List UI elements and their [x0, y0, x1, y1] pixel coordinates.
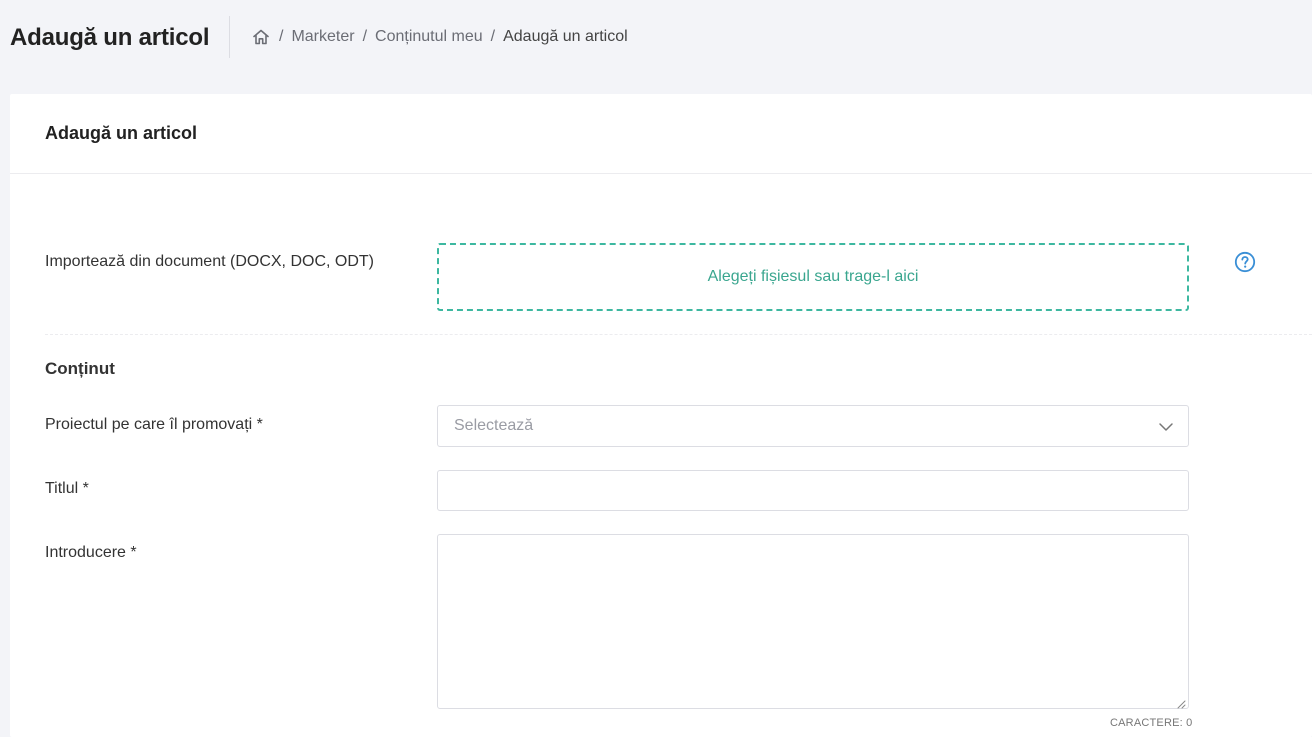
breadcrumb-item-marketer[interactable]: Marketer [291, 28, 354, 46]
home-icon[interactable] [251, 27, 271, 47]
breadcrumb-separator: / [279, 28, 284, 45]
project-select-placeholder: Selectează [454, 417, 534, 434]
chevron-down-icon [1158, 420, 1174, 432]
project-label: Proiectul pe care îl promovați * [45, 416, 263, 433]
article-form-card: Adaugă un articol Importează din documen… [10, 94, 1312, 737]
dropzone-text: Alegeți fișiesul sau trage-l aici [707, 268, 919, 285]
file-dropzone[interactable]: Alegeți fișiesul sau trage-l aici [437, 243, 1189, 311]
intro-label: Introducere * [45, 544, 137, 561]
question-circle-icon[interactable] [1234, 251, 1256, 273]
top-bar: Adaugă un articol / Marketer / Conținutu… [0, 0, 1312, 80]
breadcrumb: / Marketer / Conținutul meu / Adaugă un … [251, 27, 628, 47]
breadcrumb-current: Adaugă un articol [503, 28, 628, 45]
resize-handle-icon[interactable] [1176, 696, 1186, 709]
breadcrumb-separator: / [490, 28, 496, 45]
character-counter: CARACTERE: 0 [1110, 717, 1193, 729]
content-section-title: Conținut [45, 359, 115, 378]
breadcrumb-separator: / [362, 28, 368, 45]
title-input[interactable] [437, 470, 1189, 511]
import-label: Importează din document (DOCX, DOC, ODT) [45, 253, 374, 270]
page-title: Adaugă un articol [10, 24, 210, 51]
project-select[interactable]: Selectează [437, 405, 1189, 447]
intro-textarea[interactable] [437, 534, 1189, 709]
section-divider [45, 334, 1312, 335]
title-divider [229, 16, 230, 58]
card-title: Adaugă un articol [45, 123, 198, 143]
card-header: Adaugă un articol [10, 94, 1312, 174]
breadcrumb-item-my-content[interactable]: Conținutul meu [375, 28, 483, 46]
title-label: Titlul * [45, 480, 89, 497]
